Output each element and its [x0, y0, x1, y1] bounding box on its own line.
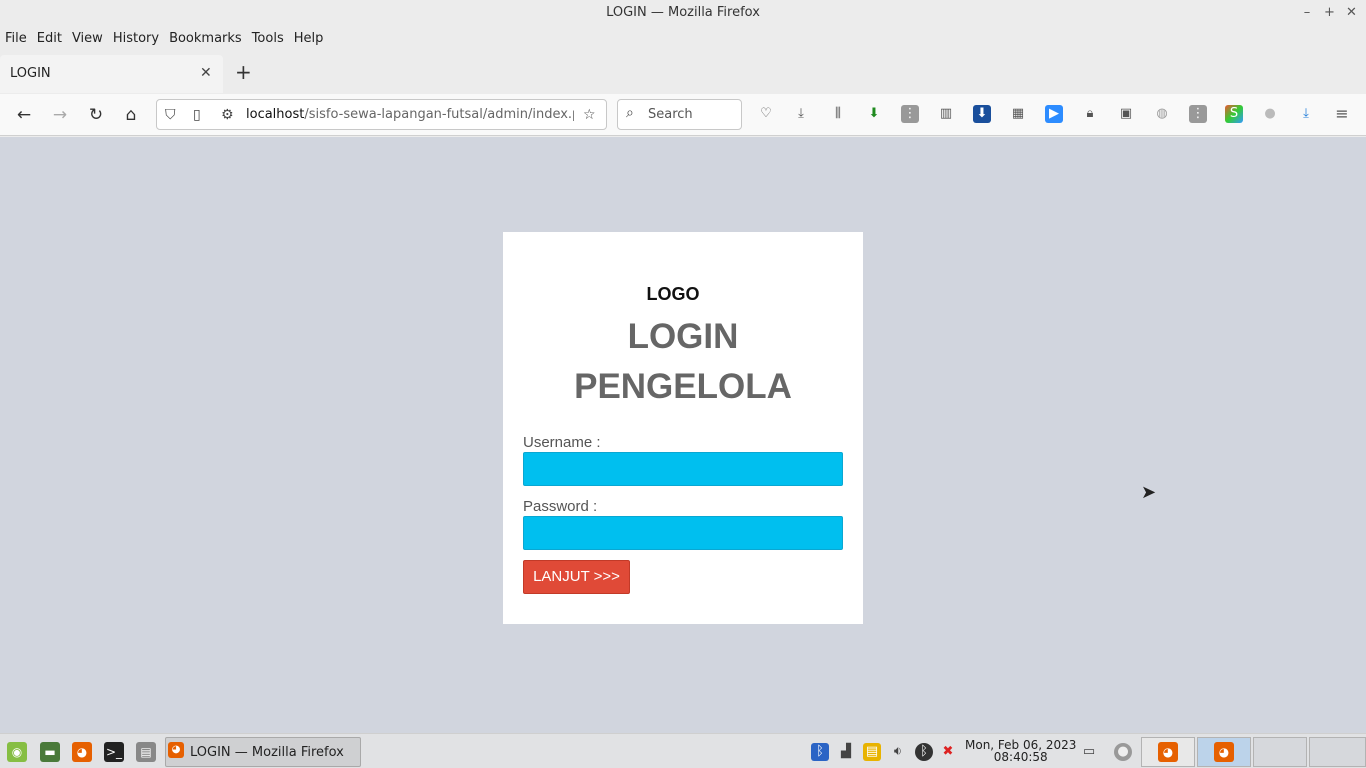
submit-button[interactable]: LANJUT >>> — [523, 560, 630, 594]
menu-view[interactable]: View — [72, 31, 103, 46]
user-status-icon[interactable]: ● — [1114, 743, 1132, 761]
tab-title: LOGIN — [10, 66, 51, 81]
security-shield-icon[interactable]: ✖ — [939, 743, 957, 761]
green-download-icon[interactable]: ⬇ — [865, 105, 883, 123]
forward-icon[interactable]: → — [49, 104, 71, 126]
workspace-firefox-icon: ◕ — [1158, 742, 1178, 762]
nav-toolbar: ← → ↻ ⌂ ⛉ ▯ ⚙ localhost/sisfo-sewa-lapan… — [0, 94, 1366, 136]
page-title-line2: PENGELOLA — [574, 367, 792, 406]
page-title-line1: LOGIN — [627, 317, 739, 356]
bookmark-star-icon[interactable]: ☆ — [583, 105, 596, 125]
mouse-cursor-icon: ➤ — [1141, 482, 1157, 503]
taskbar: ◉ ▬ ◕ >_ ▤ ◕ LOGIN — Mozilla Firefox ᛒ ▟… — [0, 733, 1366, 768]
back-icon[interactable]: ← — [13, 104, 35, 126]
taskbar-task-label: LOGIN — Mozilla Firefox — [190, 745, 344, 760]
bluetooth-tray-icon[interactable]: ᛒ — [915, 743, 933, 761]
window-title: LOGIN — Mozilla Firefox — [606, 5, 760, 20]
download-manager-icon[interactable]: ⬇ — [973, 105, 991, 123]
menubar: File Edit View History Bookmarks Tools H… — [0, 26, 1366, 50]
colorful-extension-icon[interactable]: S — [1225, 105, 1243, 123]
package-updates-icon[interactable]: ▤ — [863, 743, 881, 761]
tab-close-icon[interactable]: ✕ — [200, 65, 212, 81]
workspace-2[interactable]: ◕ — [1197, 737, 1251, 767]
globe-icon[interactable]: ◍ — [1153, 105, 1171, 123]
lock-extension-icon[interactable]: 🔒︎ — [1081, 105, 1099, 123]
url-bar[interactable]: ⛉ ▯ ⚙ localhost/sisfo-sewa-lapangan-futs… — [156, 99, 607, 130]
workspace-4[interactable] — [1309, 737, 1366, 767]
extension-menu-icon[interactable]: ⋮ — [1189, 105, 1207, 123]
downloads-icon[interactable]: ⤓ — [792, 105, 810, 123]
blue-download-icon[interactable]: ⤓ — [1297, 105, 1315, 123]
maximize-icon[interactable]: + — [1324, 6, 1335, 20]
search-icon: ⌕ — [626, 105, 634, 121]
search-box[interactable]: ⌕ Search — [617, 99, 742, 130]
clock-time: 08:40:58 — [993, 750, 1048, 764]
window-controls: – + ✕ — [1302, 0, 1357, 26]
firefox-task-icon: ◕ — [168, 742, 184, 758]
qr-code-icon[interactable]: ▣ — [1117, 105, 1135, 123]
firefox-launcher-icon[interactable]: ◕ — [72, 742, 92, 762]
show-desktop-icon[interactable]: ▬ — [40, 742, 60, 762]
url-text[interactable]: localhost/sisfo-sewa-lapangan-futsal/adm… — [246, 106, 574, 124]
menu-tools[interactable]: Tools — [252, 31, 284, 46]
minimize-icon[interactable]: – — [1302, 6, 1312, 20]
home-icon[interactable]: ⌂ — [120, 104, 142, 126]
battery-icon[interactable]: ▭ — [1080, 743, 1098, 761]
shield-icon[interactable]: ⛉ — [165, 105, 176, 125]
close-window-icon[interactable]: ✕ — [1346, 6, 1357, 20]
bluetooth-icon[interactable]: ᛒ — [811, 743, 829, 761]
url-host: localhost — [246, 107, 305, 122]
workspace-3[interactable] — [1253, 737, 1307, 767]
menu-file[interactable]: File — [5, 31, 27, 46]
menu-help[interactable]: Help — [294, 31, 324, 46]
permissions-icon[interactable]: ⚙ — [221, 105, 234, 125]
sidebar-icon[interactable]: ▥ — [937, 105, 955, 123]
password-input[interactable] — [523, 516, 843, 550]
menu-bookmarks[interactable]: Bookmarks — [169, 31, 242, 46]
page-icon[interactable]: ▯ — [193, 105, 201, 125]
workspace-firefox-icon-2: ◕ — [1214, 742, 1234, 762]
url-path: /sisfo-sewa-lapangan-futsal/admin/index.… — [304, 107, 574, 122]
clock[interactable]: Mon, Feb 06, 2023 08:40:58 — [965, 739, 1076, 763]
username-input[interactable] — [523, 452, 843, 486]
volume-icon[interactable]: 🔉︎ — [889, 743, 907, 761]
terminal-icon[interactable]: >_ — [104, 742, 124, 762]
tab-strip: LOGIN ✕ + — [0, 52, 1366, 94]
files-icon[interactable]: ▤ — [136, 742, 156, 762]
search-placeholder: Search — [648, 107, 693, 122]
library-icon[interactable]: ⫼ — [829, 105, 847, 123]
page-title: LOGIN PENGELOLA — [503, 312, 863, 412]
page-content: LOGO LOGIN PENGELOLA Username : Password… — [0, 137, 1366, 733]
password-label: Password : — [523, 498, 598, 515]
menu-edit[interactable]: Edit — [37, 31, 62, 46]
start-menu-icon[interactable]: ◉ — [7, 742, 27, 762]
window-titlebar: LOGIN — Mozilla Firefox – + ✕ — [0, 0, 1366, 26]
menu-history[interactable]: History — [113, 31, 159, 46]
tab-login[interactable]: LOGIN ✕ — [0, 55, 223, 93]
login-card: LOGO LOGIN PENGELOLA Username : Password… — [503, 232, 863, 624]
workspace-1[interactable]: ◕ — [1141, 737, 1195, 767]
camera-extension-icon[interactable]: ● — [1261, 105, 1279, 123]
hamburger-menu-icon[interactable]: ≡ — [1333, 105, 1351, 123]
username-label: Username : — [523, 434, 601, 451]
logo-text: LOGO — [646, 284, 700, 304]
network-signal-icon[interactable]: ▟ — [837, 743, 855, 761]
extension-gray-icon[interactable]: ⋮ — [901, 105, 919, 123]
grid-extension-icon[interactable]: ▦ — [1009, 105, 1027, 123]
reload-icon[interactable]: ↻ — [85, 104, 107, 126]
taskbar-firefox-task[interactable]: ◕ LOGIN — Mozilla Firefox — [165, 737, 361, 767]
pocket-icon[interactable]: ♡ — [757, 105, 775, 123]
new-tab-icon[interactable]: + — [235, 61, 252, 83]
zoom-extension-icon[interactable]: ▶ — [1045, 105, 1063, 123]
